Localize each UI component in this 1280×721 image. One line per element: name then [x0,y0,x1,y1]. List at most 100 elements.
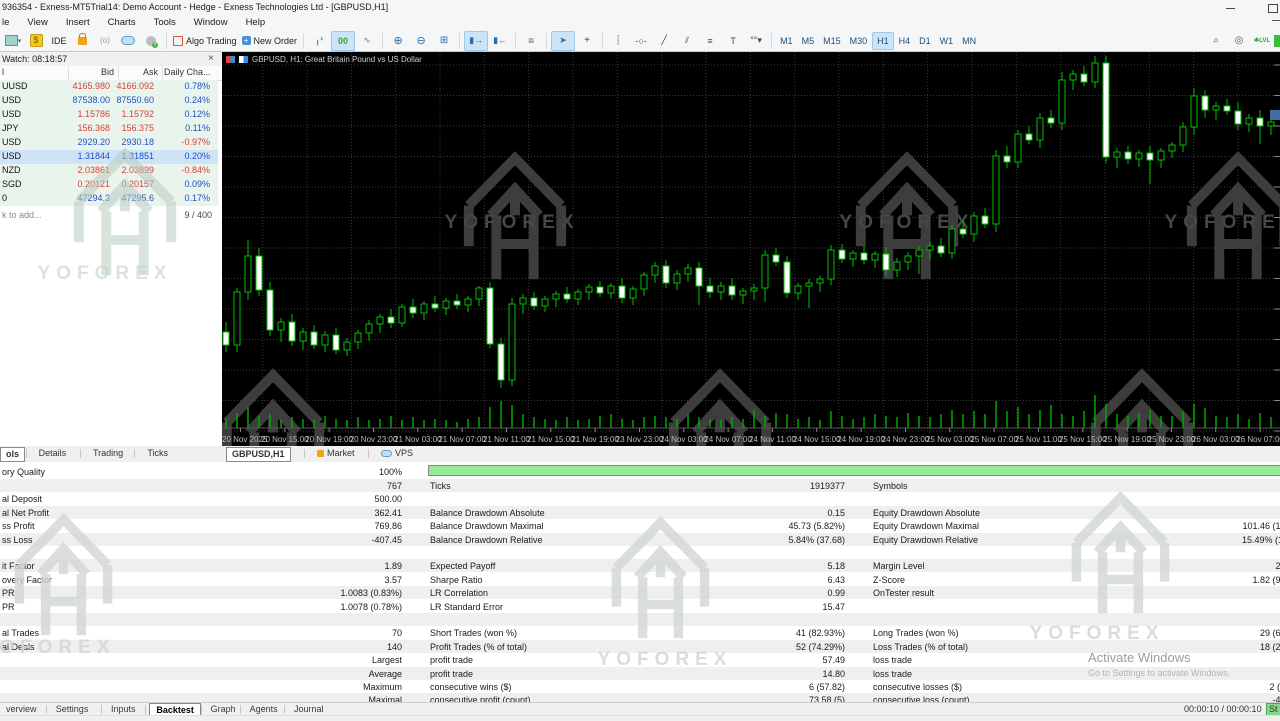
bottom-tab-graph[interactable]: Graph [205,703,242,715]
timeframe-mn[interactable]: MN [958,33,980,49]
timeframe-h1[interactable]: H1 [872,32,894,50]
mdi-minimize-icon[interactable] [1272,20,1280,21]
restore-button[interactable] [1262,3,1280,13]
zoom-in-icon[interactable]: ⊕ [387,32,409,50]
text-tool-icon[interactable]: T [722,32,744,50]
price-chart[interactable]: YOFOREXYOFOREXYOFOREX20 Nov 202520 Nov 1… [222,52,1280,446]
timeframe-m1[interactable]: M1 [776,33,797,49]
ide-button[interactable]: IDE [48,32,70,50]
menu-item-le[interactable]: le [0,15,18,30]
screenshot-icon[interactable]: ⧈ [520,32,542,50]
symbol-cell: JPY [2,123,19,133]
tester-value: 5.18 [695,561,845,571]
horizontal-line-tool-icon[interactable]: -○- [630,32,652,50]
col-ask[interactable]: Ask [143,67,158,77]
market-watch-row[interactable]: USD87538.0087550.600.24% [0,94,218,108]
channel-tool-icon[interactable]: ⫽ [676,32,698,50]
timeframe-m15[interactable]: M15 [819,33,845,49]
tile-windows-icon[interactable]: ⊞ [433,32,455,50]
col-symbol[interactable]: l [2,67,4,77]
menu-item-tools[interactable]: Tools [145,15,185,30]
timeframe-d1[interactable]: D1 [915,33,935,49]
timeframe-h4[interactable]: H4 [895,33,915,49]
bottom-tab-verview[interactable]: verview [0,703,43,715]
zoom-out-icon[interactable]: ⊖ [410,32,432,50]
tester-label: Long Trades (won %) [873,628,959,638]
chart-shift-icon[interactable]: ▮→ [464,31,488,51]
clipped-toolbar-icon[interactable] [1274,35,1280,47]
mw-tab-details[interactable]: Details [34,447,72,460]
chart-tab-vps[interactable]: VPS [376,447,418,460]
signal-icon[interactable]: (o) [94,32,116,50]
fibonacci-tool-icon[interactable]: ≡ [699,32,721,50]
shapes-tool-icon[interactable]: °°▾ [745,32,767,50]
market-watch-row[interactable]: SGD0.201210.201570.09% [0,178,218,192]
menu-item-view[interactable]: View [18,15,56,30]
close-icon[interactable]: × [208,53,214,64]
col-daily-change[interactable]: Daily Cha... [164,67,211,77]
change-cell: 0.78% [184,81,210,91]
bottom-tab-settings[interactable]: Settings [50,703,95,715]
market-watch-panel: Watch: 08:18:57 × lBidAskDaily Cha... UU… [0,52,223,446]
candle-chart-type-icon[interactable]: 00 [331,31,355,51]
market-watch-row[interactable]: 047294.347295.60.17% [0,192,218,206]
account-icon[interactable]: ◎ [1228,32,1250,50]
tester-value: 3.57 [252,575,402,585]
bottom-tab-agents[interactable]: Agents [244,703,284,715]
timeframe-w1[interactable]: W1 [936,33,958,49]
menu-item-window[interactable]: Window [185,15,237,30]
mw-tab-ticks[interactable]: Ticks [142,447,173,460]
bid-cell: 156.368 [77,123,110,133]
mw-tab-ols[interactable]: ols [0,447,25,462]
tester-label: loss trade [873,669,912,679]
chart-icon[interactable] [239,56,248,63]
market-watch-row[interactable]: USD1.318441.318510.20% [0,150,218,164]
change-cell: 0.20% [184,151,210,161]
bottom-tab-inputs[interactable]: Inputs [105,703,142,715]
menu-item-charts[interactable]: Charts [99,15,145,30]
market-watch-row[interactable]: NZD2.038612.03899-0.84% [0,164,218,178]
cursor-icon[interactable]: ➤ [551,31,575,51]
chart-tab-gbpusd-h1[interactable]: GBPUSD,H1 [226,447,291,462]
tester-value: 1.0078 (0.78%) [252,602,402,612]
tester-value: 500.00 [252,494,402,504]
search-icon[interactable]: ⌕ [1205,32,1227,50]
minimize-button[interactable] [1218,3,1242,13]
symbol-cell: USD [2,137,21,147]
click-to-add[interactable]: k to add... [2,210,42,220]
col-bid[interactable]: Bid [101,67,114,77]
lvl-icon[interactable]: ☘LVL [1251,32,1273,50]
trendline-tool-icon[interactable]: ╱ [653,32,675,50]
bar-chart-type-icon[interactable]: ╷¹ [308,32,330,50]
svg-text:24 Nov 19:00: 24 Nov 19:00 [837,435,885,444]
lock-icon[interactable] [71,32,93,50]
bottom-tab-journal[interactable]: Journal [288,703,330,715]
line-chart-type-icon[interactable]: ∿ [356,32,378,50]
algo-trading-button[interactable]: Algo Trading [171,32,239,50]
timeframe-m5[interactable]: M5 [798,33,819,49]
cloud-icon[interactable] [117,32,139,50]
new-order-button[interactable]: +New Order [240,32,300,50]
menu-item-insert[interactable]: Insert [57,15,99,30]
tester-value: 769.86 [252,521,402,531]
community-icon[interactable]: + [140,32,162,50]
crosshair-icon[interactable]: + [576,32,598,50]
market-watch-row[interactable]: USD1.157861.157920.12% [0,108,218,122]
chart-tab-market[interactable]: Market [312,447,360,460]
depth-of-market-icon[interactable] [226,56,235,63]
auto-scroll-icon[interactable]: ▮← [489,32,511,50]
tester-label: Equity Drawdown Maximal [873,521,979,531]
ask-cell: 87550.60 [116,95,154,105]
column-divider [118,66,119,80]
deposit-icon[interactable]: $ [25,32,47,50]
timeframe-m30[interactable]: M30 [846,33,872,49]
chart-profile-button[interactable]: ▾ [2,32,24,50]
mw-tab-trading[interactable]: Trading [88,447,128,460]
column-divider [68,66,69,80]
vertical-line-tool-icon[interactable]: ┊ [607,32,629,50]
menu-item-help[interactable]: Help [237,15,275,30]
market-watch-row[interactable]: USD2929.202930.18-0.97% [0,136,218,150]
market-watch-row[interactable]: UUSD4165.9804166.0920.78% [0,80,218,94]
market-watch-row[interactable]: JPY156.368156.3750.11% [0,122,218,136]
chart-window[interactable]: YOFOREXYOFOREXYOFOREX20 Nov 202520 Nov 1… [222,52,1280,446]
